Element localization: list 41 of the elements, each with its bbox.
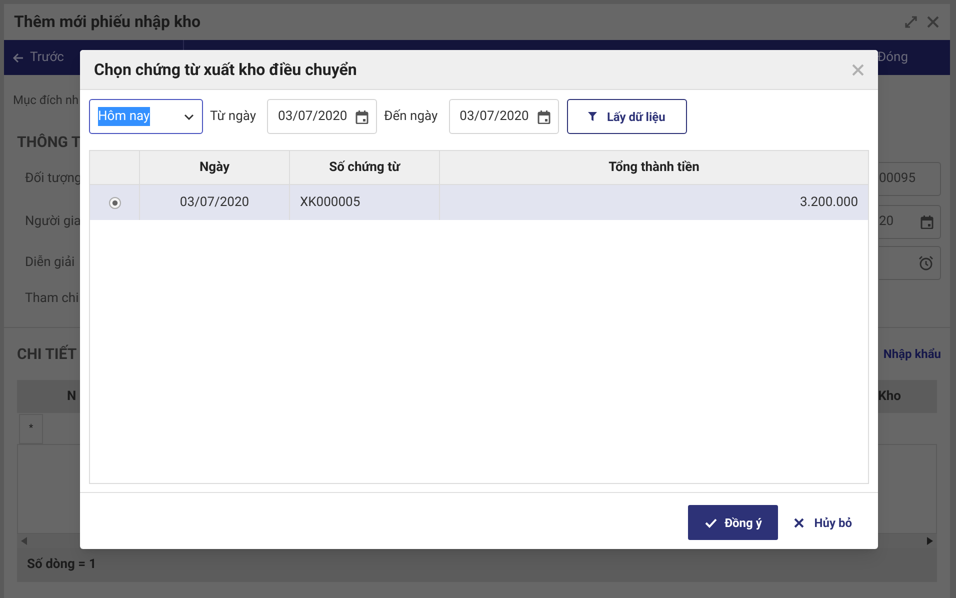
row-marker: *: [19, 414, 43, 444]
section-title: CHI TIẾT: [17, 344, 77, 365]
field-label: Người gia: [25, 212, 81, 231]
table-cell-text: 3.200.000: [799, 194, 859, 212]
field-label: Diễn giải: [25, 254, 75, 272]
cancel-button[interactable]: Hủy bỏ: [792, 505, 854, 540]
check-icon: [704, 518, 717, 528]
calendar-icon[interactable]: [536, 110, 551, 124]
close-icon: [794, 518, 804, 528]
column-header: Ngày: [140, 151, 290, 184]
window-title: Thêm mới phiếu nhập kho: [14, 11, 200, 33]
alarm-clock-icon[interactable]: [918, 255, 934, 271]
scroll-right-icon[interactable]: [927, 537, 933, 545]
field-label: Mục đích nh: [13, 92, 79, 109]
date-field[interactable]: 03/07/2020: [448, 99, 559, 134]
table-cell: 03/07/2020: [140, 185, 290, 220]
input-field[interactable]: [879, 246, 941, 280]
dialog-title: Chọn chứng từ xuất kho điều chuyển: [94, 58, 357, 80]
table-cell: XK000005: [290, 185, 440, 220]
field-label: Từ ngày: [210, 108, 256, 126]
field-label: Tham chi: [25, 290, 79, 308]
row-count: Số dòng = 1: [27, 556, 96, 574]
chevron-down-icon: [184, 114, 194, 120]
calendar-icon[interactable]: [355, 110, 370, 124]
section-title: THÔNG T: [17, 132, 81, 152]
arrow-left-icon: [12, 52, 24, 64]
column-header: Kho: [878, 388, 901, 406]
expand-icon[interactable]: [904, 15, 918, 29]
ok-button[interactable]: Đồng ý: [688, 505, 778, 540]
table-row[interactable]: 03/07/2020 XK000005 3.200.000: [90, 185, 868, 220]
column-header: N: [67, 388, 76, 406]
close-icon[interactable]: [852, 64, 864, 76]
date-field[interactable]: 03/07/2020: [267, 99, 378, 134]
column-header: Tổng thành tiền: [608, 158, 700, 177]
radio-button[interactable]: [108, 196, 120, 208]
fetch-data-button[interactable]: Lấy dữ liệu: [566, 99, 687, 134]
scroll-left-icon[interactable]: [21, 537, 27, 545]
column-header: Số chứng từ: [290, 151, 440, 184]
filter-icon: [588, 112, 597, 121]
field-label: Đến ngày: [384, 108, 438, 126]
close-icon[interactable]: [926, 15, 940, 29]
